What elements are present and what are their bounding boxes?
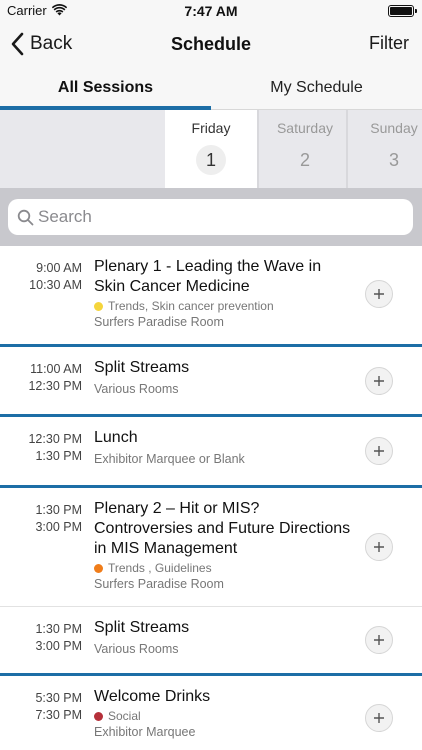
session-times: 1:30 PM 3:00 PM [0, 621, 82, 654]
day-name: Sunday [370, 120, 418, 136]
plus-icon [374, 289, 384, 299]
add-to-schedule-button[interactable] [365, 533, 393, 561]
session-details: Split Streams Various Rooms [94, 358, 356, 397]
session-tag-text: Trends , Guidelines [108, 561, 212, 575]
end-time: 3:00 PM [35, 638, 82, 653]
session-room: Various Rooms [94, 642, 179, 656]
day-sunday[interactable]: Sunday 3 [348, 110, 422, 188]
add-to-schedule-button[interactable] [365, 367, 393, 395]
start-time: 5:30 PM [35, 691, 82, 705]
end-time: 1:30 PM [35, 448, 82, 463]
tab-all-sessions[interactable]: All Sessions [0, 66, 211, 110]
navigation-bar: Back Schedule Filter [0, 22, 422, 66]
session-room: Exhibitor Marquee or Blank [94, 452, 245, 466]
add-to-schedule-button[interactable] [365, 437, 393, 465]
session-title: Lunch [94, 429, 138, 446]
day-selector: Friday 1 Saturday 2 Sunday 3 [0, 110, 422, 188]
segment-tabs: All Sessions My Schedule [0, 66, 422, 110]
session-title: Split Streams [94, 359, 190, 376]
session-tags: Social [94, 709, 356, 723]
session-title: Plenary 2 – Hit or MIS? Controversies an… [94, 500, 351, 557]
day-friday[interactable]: Friday 1 [165, 110, 257, 188]
session-tags: Trends , Guidelines [94, 561, 356, 575]
session-row[interactable]: 1:30 PM 3:00 PM Split Streams Various Ro… [0, 607, 422, 676]
start-time: 1:30 PM [35, 503, 82, 517]
plus-icon [374, 713, 384, 723]
session-row[interactable]: 11:00 AM 12:30 PM Split Streams Various … [0, 347, 422, 417]
day-number: 2 [299, 150, 310, 170]
battery-icon [388, 5, 417, 17]
day-saturday[interactable]: Saturday 2 [259, 110, 351, 188]
session-title: Plenary 1 - Leading the Wave in Skin Can… [94, 258, 322, 295]
session-times: 11:00 AM 12:30 PM [0, 361, 82, 394]
clock: 7:47 AM [184, 3, 238, 19]
plus-icon [374, 542, 384, 552]
status-bar: Carrier 7:47 AM [0, 0, 422, 22]
tab-my-schedule[interactable]: My Schedule [211, 66, 422, 110]
session-tags: Trends, Skin cancer prevention [94, 299, 356, 313]
end-time: 3:00 PM [35, 519, 82, 534]
search-input[interactable] [38, 203, 398, 231]
session-row[interactable]: 9:00 AM 10:30 AM Plenary 1 - Leading the… [0, 246, 422, 347]
start-time: 11:00 AM [30, 362, 82, 376]
start-time: 1:30 PM [35, 622, 82, 636]
end-time: 7:30 PM [35, 707, 82, 722]
session-details: Split Streams Various Rooms [94, 618, 356, 657]
session-details: Welcome Drinks Social Exhibitor Marquee [94, 687, 356, 740]
search-bar [0, 188, 422, 246]
tag-color-dot [94, 711, 103, 721]
session-room: Surfers Paradise Room [94, 577, 224, 591]
tag-color-dot [94, 563, 103, 573]
day-name: Friday [191, 120, 231, 136]
search-icon [17, 209, 34, 226]
session-details: Plenary 1 - Leading the Wave in Skin Can… [94, 257, 356, 330]
day-number: 3 [388, 150, 399, 170]
tag-color-dot [94, 301, 103, 311]
session-times: 1:30 PM 3:00 PM [0, 502, 82, 535]
end-time: 10:30 AM [29, 277, 82, 292]
start-time: 12:30 PM [28, 432, 82, 446]
session-row[interactable]: 5:30 PM 7:30 PM Welcome Drinks Social Ex… [0, 676, 422, 750]
plus-icon [374, 635, 384, 645]
page-title: Schedule [170, 34, 252, 54]
filter-button[interactable]: Filter [369, 33, 409, 54]
end-time: 12:30 PM [28, 378, 82, 393]
day-number: 1 [196, 145, 226, 175]
session-list: 9:00 AM 10:30 AM Plenary 1 - Leading the… [0, 246, 422, 750]
day-name: Saturday [276, 120, 334, 136]
session-row[interactable]: 12:30 PM 1:30 PM Lunch Exhibitor Marquee… [0, 417, 422, 488]
add-to-schedule-button[interactable] [365, 280, 393, 308]
add-to-schedule-button[interactable] [365, 626, 393, 654]
session-room: Surfers Paradise Room [94, 315, 224, 329]
session-room: Various Rooms [94, 382, 179, 396]
session-title: Split Streams [94, 619, 190, 636]
session-times: 9:00 AM 10:30 AM [0, 260, 82, 293]
session-tag-text: Trends, Skin cancer prevention [108, 299, 274, 313]
session-times: 12:30 PM 1:30 PM [0, 431, 82, 464]
session-title: Welcome Drinks [94, 688, 211, 705]
search-field[interactable] [8, 199, 413, 235]
session-tag-text: Social [108, 709, 141, 723]
session-times: 5:30 PM 7:30 PM [0, 690, 82, 723]
session-details: Lunch Exhibitor Marquee or Blank [94, 428, 356, 467]
session-details: Plenary 2 – Hit or MIS? Controversies an… [94, 499, 356, 592]
session-row[interactable]: 1:30 PM 3:00 PM Plenary 2 – Hit or MIS? … [0, 488, 422, 607]
add-to-schedule-button[interactable] [365, 704, 393, 732]
session-room: Exhibitor Marquee [94, 725, 196, 739]
plus-icon [374, 446, 384, 456]
start-time: 9:00 AM [36, 261, 82, 275]
plus-icon [374, 376, 384, 386]
